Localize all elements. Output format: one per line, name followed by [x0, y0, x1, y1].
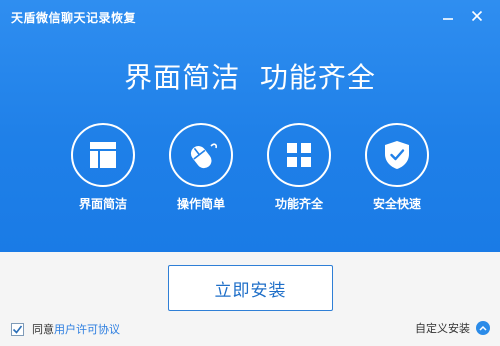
minimize-button[interactable]: [439, 7, 457, 25]
custom-install-label: 自定义安装: [415, 322, 470, 335]
shield-check-icon: [385, 141, 409, 169]
feature-circle: [365, 123, 429, 187]
app-title: 天盾微信聊天记录恢复: [11, 11, 137, 25]
layout-icon: [90, 142, 116, 168]
agreement-row: 同意 用户许可协议: [11, 322, 120, 336]
feature-label: 功能齐全: [274, 197, 323, 211]
install-now-button[interactable]: 立即安装: [168, 265, 333, 311]
feature-circle: [71, 123, 135, 187]
agree-checkbox[interactable]: [11, 322, 24, 336]
feature-label: 界面简洁: [78, 197, 127, 211]
minimize-icon: [443, 18, 453, 20]
license-agreement-link[interactable]: 用户许可协议: [54, 321, 120, 337]
feature-safe-fast: 安全快速: [365, 123, 429, 212]
custom-install-toggle[interactable]: 自定义安装: [415, 320, 490, 336]
close-button[interactable]: [468, 7, 486, 25]
grid-icon: [287, 143, 311, 167]
checkmark-icon: [12, 325, 23, 334]
close-icon: [471, 10, 483, 22]
feature-label: 操作简单: [176, 197, 225, 211]
feature-label: 安全快速: [372, 197, 421, 211]
feature-circle: [267, 123, 331, 187]
footer-panel: 立即安装 同意 用户许可协议 自定义安装: [0, 252, 500, 346]
mouse-icon: [190, 143, 217, 169]
chevron-up-icon: [476, 321, 490, 335]
installer-window: 天盾微信聊天记录恢复 界面简洁 功能齐全 界面简洁 操作简单 功能齐全 安全快速…: [0, 0, 500, 346]
header-panel: 天盾微信聊天记录恢复 界面简洁 功能齐全 界面简洁 操作简单 功能齐全 安全快速: [0, 0, 500, 252]
feature-full-function: 功能齐全: [267, 123, 331, 212]
feature-easy-operation: 操作简单: [169, 123, 233, 212]
headline: 界面简洁 功能齐全: [124, 61, 376, 94]
feature-circle: [169, 123, 233, 187]
agree-label: 同意: [32, 323, 54, 336]
feature-simple-ui: 界面简洁: [71, 123, 135, 212]
